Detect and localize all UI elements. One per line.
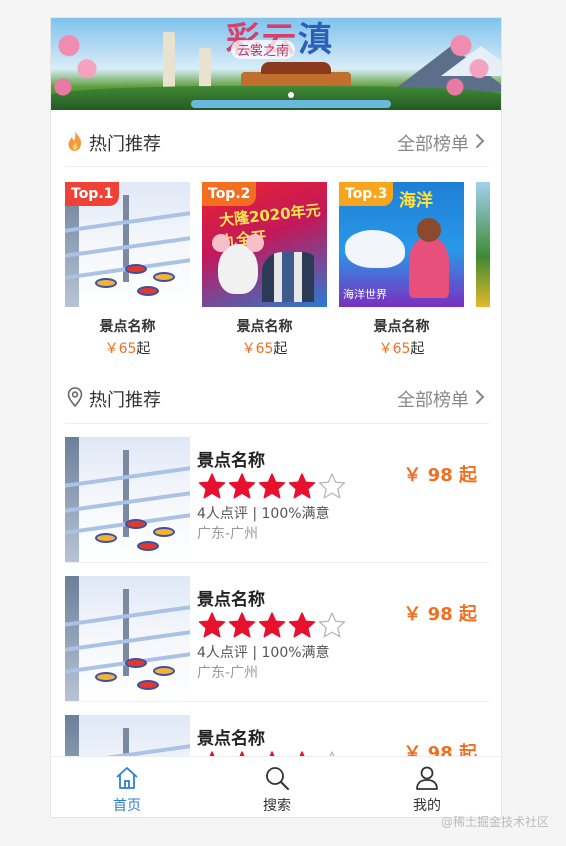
attraction-price: ￥ 98 起 [403,604,477,625]
rank-badge: Top.2 [202,182,257,206]
rank-badge: Top.3 [339,182,394,206]
tab-label: 搜索 [263,798,291,814]
nearby-section-header: 热门推荐 全部榜单 [51,374,501,420]
location-pin-icon [67,387,83,408]
fire-icon [68,131,82,151]
star-filled-icon [228,473,256,499]
rank-badge: Top.1 [65,182,120,206]
star-empty-icon [318,473,346,499]
banner-pagoda [163,32,175,88]
list-item[interactable]: 景点名称 4人点评 | 100%满意广东-广州 ￥ 98 起 [65,563,489,702]
bottom-tab-bar: 首页 搜索 我的 [51,756,501,817]
view-all-link[interactable]: 全部榜单 [397,386,469,412]
attraction-image [65,437,190,562]
attraction-price: ￥65起 [378,341,425,357]
attraction-location: 广东-广州 [197,665,259,681]
divider [65,166,489,167]
view-all-link[interactable]: 全部榜单 [397,130,469,156]
attraction-name: 景点名称 [373,319,430,335]
chevron-right-icon[interactable] [473,133,487,149]
list-item[interactable]: 景点名称 4人点评 | 100%满意广东-广州 ￥ 98 起 [65,424,489,563]
attraction-name: 景点名称 [197,729,265,749]
star-filled-icon [288,612,316,638]
star-empty-icon [318,612,346,638]
carousel-dot[interactable] [288,92,294,98]
section-title: 热门推荐 [89,134,161,155]
attraction-location: 广东-广州 [197,526,259,542]
tab-label: 首页 [113,798,141,814]
banner-lake [191,100,391,108]
home-icon [116,767,138,789]
star-filled-icon [198,473,226,499]
attraction-name: 景点名称 [99,319,156,335]
banner-flowers [443,18,501,110]
app-screen: 彩云滇 云裳之南 热门推荐 全部榜单 [50,17,502,818]
banner-carousel[interactable]: 彩云滇 云裳之南 [51,18,501,110]
list-item[interactable]: 景点名称4人点评 | 100%满意广东-广州￥ 98 起 [65,702,489,756]
banner-subtitle: 云裳之南 [231,40,296,59]
attraction-price: ￥65起 [104,341,151,357]
chevron-right-icon[interactable] [473,389,487,405]
top-item-card-partial[interactable] [476,182,490,307]
rating-stars [197,611,347,639]
tab-search[interactable]: 搜索 [227,757,327,817]
banner-pagoda [199,48,211,88]
tab-home[interactable]: 首页 [77,757,177,817]
attraction-list[interactable]: 景点名称 4人点评 | 100%满意 广东-广州 ￥ 98 起 景点名称 4人点评 | … [51,424,501,756]
attraction-price: ￥65起 [241,341,288,357]
search-icon [266,767,289,790]
rating-stars [197,472,347,500]
tab-profile[interactable]: 我的 [377,757,477,817]
user-icon [416,766,438,790]
star-filled-icon [288,473,316,499]
review-summary: 4人点评 | 100%满意 [197,645,330,661]
hot-section-header: 热门推荐 全部榜单 [51,118,501,164]
star-filled-icon [258,473,286,499]
banner-flowers [51,18,111,110]
attraction-price: ￥ 98 起 [403,465,477,486]
section-title: 热门推荐 [89,390,161,411]
attraction-price: ￥ 98 起 [403,743,477,756]
star-filled-icon [258,612,286,638]
review-summary: 4人点评 | 100%满意 [197,506,330,522]
star-filled-icon [228,612,256,638]
attraction-name: 景点名称 [236,319,293,335]
star-filled-icon [198,612,226,638]
attraction-name: 景点名称 [197,590,265,610]
attraction-image [65,576,190,701]
attraction-name: 景点名称 [197,451,265,471]
watermark: @稀土掘金技术社区 [441,815,550,829]
attraction-image [65,715,190,756]
tab-label: 我的 [413,798,441,814]
